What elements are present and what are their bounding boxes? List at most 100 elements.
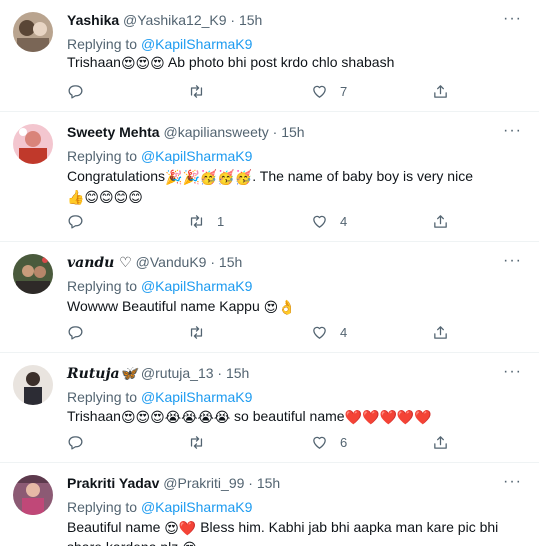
retweet-icon	[188, 83, 205, 100]
display-name[interactable]: Rutuja🦋	[67, 366, 137, 382]
user-handle[interactable]: @Prakriti_99	[163, 475, 244, 491]
emoji-sequence: 😍👌	[263, 299, 296, 315]
tweet-text: Congratulations🎉🎉🥳🥳🥳. The name of baby b…	[67, 166, 521, 206]
like-button[interactable]: 6	[311, 433, 347, 451]
retweet-button[interactable]	[188, 323, 217, 341]
emoji-sequence: 😍😍😍😭😭😭😭	[120, 409, 231, 425]
avatar[interactable]	[13, 254, 53, 294]
tweet-text: Beautiful name 😍❤️ Bless him. Kabhi jab …	[67, 517, 521, 546]
text-segment: Trishaan	[67, 408, 121, 424]
emoji-sequence: 😍😍😍	[120, 55, 165, 71]
retweet-count: 1	[217, 213, 225, 229]
user-handle[interactable]: @rutuja_13	[141, 365, 214, 381]
share-button[interactable]	[432, 433, 449, 451]
heart-icon	[311, 434, 328, 451]
reply-button[interactable]	[67, 433, 96, 451]
replying-to-label: Replying to	[67, 278, 138, 294]
replying-to: Replying to @KapilSharmaK9	[67, 36, 252, 52]
tweet-actions: 6	[67, 433, 447, 451]
comment-icon	[67, 83, 84, 100]
tweet-header: Prakriti Yadav @Prakriti_99 · 15h	[67, 475, 280, 491]
tweet-feed: Yashika @Yashika12_K9 · 15h ··· Replying…	[0, 0, 539, 546]
like-button[interactable]: 4	[311, 323, 347, 341]
user-handle[interactable]: @VanduK9	[136, 254, 207, 270]
text-segment: Trishaan	[67, 54, 121, 70]
like-count: 4	[340, 213, 348, 229]
tweet[interactable]: Rutuja🦋 @rutuja_13 · 15h ··· Replying to…	[0, 353, 539, 463]
reply-button[interactable]	[67, 212, 96, 230]
tweet-actions: 4	[67, 323, 447, 341]
like-button[interactable]: 7	[311, 82, 347, 100]
tweet-actions: 1 4	[67, 212, 447, 230]
display-name[interactable]: Sweety Mehta	[67, 124, 160, 140]
comment-icon	[67, 324, 84, 341]
emoji-sequence: 👍😊😊😊😊	[67, 189, 143, 205]
retweet-button[interactable]	[188, 82, 217, 100]
reply-button[interactable]	[67, 323, 96, 341]
tweet-actions: 7	[67, 82, 447, 100]
more-icon[interactable]: ···	[503, 123, 521, 140]
heart-icon	[311, 324, 328, 341]
share-icon	[432, 213, 449, 230]
more-icon[interactable]: ···	[503, 474, 521, 491]
retweet-button[interactable]: 1	[188, 212, 224, 230]
replying-to-label: Replying to	[67, 148, 138, 164]
like-button[interactable]: 4	[311, 212, 347, 230]
more-icon[interactable]: ···	[503, 11, 521, 28]
replying-to-label: Replying to	[67, 36, 138, 52]
replying-to: Replying to @KapilSharmaK9	[67, 148, 252, 164]
like-count: 4	[340, 324, 348, 340]
tweet-header: Sweety Mehta @kapiliansweety · 15h	[67, 124, 305, 140]
mention-link[interactable]: @KapilSharmaK9	[141, 36, 253, 52]
text-segment: . The name of baby boy is very nice	[252, 168, 473, 184]
tweet[interactable]: Prakriti Yadav @Prakriti_99 · 15h ··· Re…	[0, 463, 539, 546]
avatar[interactable]	[13, 475, 53, 515]
display-name[interactable]: vandu ♡	[67, 255, 132, 271]
like-count: 7	[340, 83, 348, 99]
like-count: 6	[340, 434, 348, 450]
display-name[interactable]: Prakriti Yadav	[67, 475, 159, 491]
avatar[interactable]	[13, 12, 53, 52]
user-handle[interactable]: @Yashika12_K9	[123, 12, 226, 28]
replying-to: Replying to @KapilSharmaK9	[67, 499, 252, 515]
avatar[interactable]	[13, 124, 53, 164]
timestamp[interactable]: 15h	[226, 365, 249, 381]
timestamp[interactable]: 15h	[257, 475, 280, 491]
retweet-button[interactable]	[188, 433, 217, 451]
replying-to-label: Replying to	[67, 389, 138, 405]
timestamp[interactable]: 15h	[219, 254, 242, 270]
mention-link[interactable]: @KapilSharmaK9	[141, 389, 253, 405]
timestamp[interactable]: 15h	[239, 12, 262, 28]
heart-icon	[311, 83, 328, 100]
tweet[interactable]: Yashika @Yashika12_K9 · 15h ··· Replying…	[0, 0, 539, 112]
emoji-sequence: 😍	[182, 541, 197, 546]
separator: ·	[210, 254, 216, 270]
retweet-icon	[188, 434, 205, 451]
tweet-header: Yashika @Yashika12_K9 · 15h	[67, 12, 262, 28]
emoji-sequence: 🎉🎉🥳🥳🥳	[165, 169, 253, 185]
more-icon[interactable]: ···	[503, 253, 521, 270]
tweet[interactable]: vandu ♡ @VanduK9 · 15h ··· Replying to @…	[0, 242, 539, 353]
separator: ·	[217, 365, 223, 381]
mention-link[interactable]: @KapilSharmaK9	[141, 499, 253, 515]
retweet-icon	[188, 213, 205, 230]
tweet-text: Trishaan😍😍😍😭😭😭😭 so beautiful name❤️❤️❤️❤…	[67, 406, 521, 426]
share-button[interactable]	[432, 82, 449, 100]
timestamp[interactable]: 15h	[281, 124, 304, 140]
separator: ·	[272, 124, 278, 140]
text-segment: Wowww Beautiful name Kappu	[67, 298, 264, 314]
text-segment: Congratulations	[67, 168, 166, 184]
mention-link[interactable]: @KapilSharmaK9	[141, 148, 253, 164]
avatar[interactable]	[13, 365, 53, 405]
user-handle[interactable]: @kapiliansweety	[163, 124, 268, 140]
more-icon[interactable]: ···	[503, 364, 521, 381]
tweet-header: vandu ♡ @VanduK9 · 15h	[67, 254, 242, 271]
reply-button[interactable]	[67, 82, 96, 100]
separator: ·	[230, 12, 236, 28]
mention-link[interactable]: @KapilSharmaK9	[141, 278, 253, 294]
share-button[interactable]	[432, 212, 449, 230]
heart-icon	[311, 213, 328, 230]
tweet[interactable]: Sweety Mehta @kapiliansweety · 15h ··· R…	[0, 112, 539, 242]
share-button[interactable]	[432, 323, 449, 341]
display-name[interactable]: Yashika	[67, 12, 119, 28]
